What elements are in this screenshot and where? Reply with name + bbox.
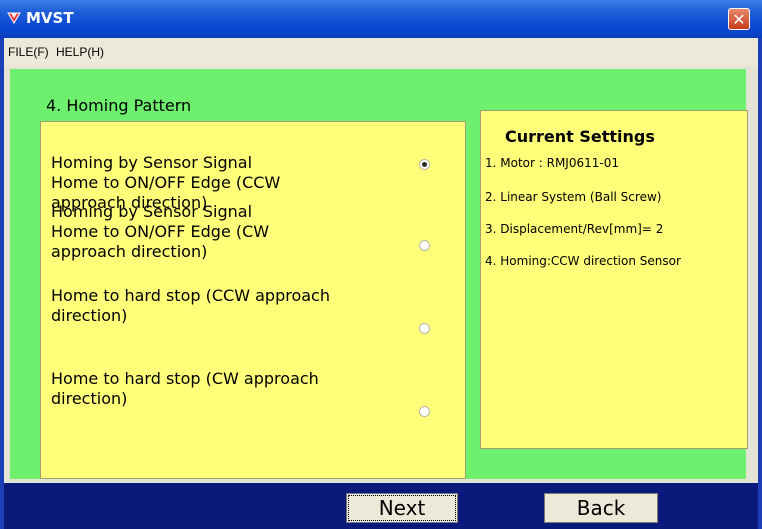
setting-displacement: 3. Displacement/Rev[mm]= 2 [485,222,664,236]
settings-title: Current Settings [505,127,655,146]
option-label-ccw-hardstop: Home to hard stop (CCW approach direction… [51,286,330,325]
close-button[interactable]: ✕ [728,8,750,30]
back-button[interactable]: Back [544,493,658,523]
content-area: 4. Homing Pattern Homing by Sensor Signa… [4,66,758,483]
setting-homing: 4. Homing:CCW direction Sensor [485,254,681,268]
app-window: MVST ✕ FILE(F) HELP(H) 4. Homing Pattern… [0,0,762,529]
current-settings-box: Current Settings 1. Motor : RMJ0611-01 2… [480,110,748,449]
option-label-cw-hardstop: Home to hard stop (CW approach direction) [51,369,319,408]
menu-bar: FILE(F) HELP(H) [4,38,758,66]
setting-motor: 1. Motor : RMJ0611-01 [485,156,619,170]
radio-ccw-sensor[interactable] [419,159,430,170]
homing-options-box: Homing by Sensor Signal Home to ON/OFF Ed… [40,121,466,479]
setting-linear-system: 2. Linear System (Ball Screw) [485,190,662,204]
title-bar[interactable]: MVST ✕ [0,0,762,38]
option-label-cw-sensor: Homing by Sensor Signal Home to ON/OFF Ed… [51,202,270,261]
radio-cw-hardstop[interactable] [419,406,430,417]
section-title: 4. Homing Pattern [46,96,192,115]
window-title: MVST [26,9,74,27]
radio-cw-sensor[interactable] [419,240,430,251]
radio-ccw-hardstop[interactable] [419,323,430,334]
menu-file[interactable]: FILE(F) [8,45,49,59]
next-button[interactable]: Next [346,493,458,523]
close-icon: ✕ [732,10,746,29]
homing-panel: 4. Homing Pattern Homing by Sensor Signa… [10,69,748,479]
button-bar: Next Back [4,483,758,529]
app-logo-icon [7,12,21,24]
menu-help[interactable]: HELP(H) [56,45,104,59]
